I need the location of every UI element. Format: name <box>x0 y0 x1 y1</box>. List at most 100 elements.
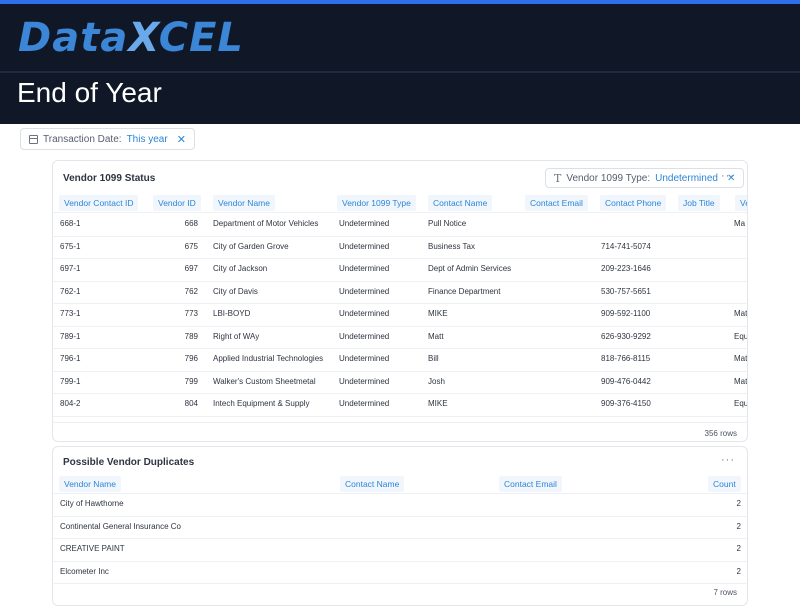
table-cell: Equ <box>734 331 748 341</box>
table-cell: 668 <box>184 219 198 228</box>
column-header[interactable]: Job Title <box>678 195 720 211</box>
row-divider <box>53 538 747 539</box>
table-cell: Undetermined <box>339 399 390 408</box>
filter-value: This year <box>126 133 168 145</box>
table-cell: Ma <box>734 219 746 228</box>
table-cell: 675-1 <box>60 241 81 251</box>
filter-label: Vendor 1099 Type: <box>566 172 651 184</box>
column-header[interactable]: Vendor Name <box>59 476 121 492</box>
datacel-logo: DataXCEL <box>18 15 244 61</box>
table-cell: 909-592-1100 <box>601 309 651 318</box>
table-cell: 2 <box>736 566 741 576</box>
table-cell: City of Davis <box>213 286 258 296</box>
table-cell: Department of Motor Vehicles <box>213 219 319 228</box>
table-cell: Undetermined <box>339 331 390 341</box>
table-cell: Undetermined <box>339 309 390 318</box>
table-cell: 697-1 <box>60 264 81 273</box>
table-cell: 909-476-0442 <box>601 376 651 386</box>
table-cell: Undetermined <box>339 219 390 228</box>
row-divider <box>53 560 747 562</box>
column-header[interactable]: Count <box>708 476 741 492</box>
table-cell: 799 <box>184 376 198 386</box>
table-cell: 773-1 <box>60 309 81 318</box>
row-divider <box>53 258 747 259</box>
row-divider <box>53 325 747 327</box>
table-cell: MIKE <box>428 399 448 408</box>
table-cell: 2 <box>736 499 741 508</box>
row-divider <box>53 348 747 349</box>
row-divider <box>53 393 747 394</box>
row-divider <box>53 515 747 517</box>
table-cell: 909-376-4150 <box>601 399 651 408</box>
table-cell: 2 <box>736 544 741 553</box>
table-cell: 626-930-9292 <box>601 331 651 341</box>
footer-divider <box>53 422 747 423</box>
table-cell: 762 <box>184 286 198 296</box>
vendor-1099-status-card: Vendor 1099 Status T Vendor 1099 Type: U… <box>52 160 748 442</box>
column-header[interactable]: Vendor 1099 Type <box>337 195 416 211</box>
table-cell: LBI-BOYD <box>213 309 251 318</box>
table-cell: 789-1 <box>60 331 81 341</box>
table-cell: 668-1 <box>60 219 81 228</box>
column-header[interactable]: Contact Phone <box>600 195 667 211</box>
column-header[interactable]: Contact Name <box>340 476 405 492</box>
column-header[interactable]: Vendor Contact ID <box>59 195 139 211</box>
row-divider <box>53 235 747 237</box>
table-cell: Dept of Admin Services <box>428 264 512 273</box>
table-cell: MIKE <box>428 309 448 318</box>
column-header[interactable]: Contact Email <box>525 195 588 211</box>
more-options-icon[interactable]: ··· <box>721 170 735 182</box>
column-header[interactable]: Contact Email <box>499 476 562 492</box>
row-divider <box>53 415 747 417</box>
table-cell: Equ <box>734 399 748 408</box>
table-cell: City of Jackson <box>213 264 268 273</box>
table-cell: 530-757-5651 <box>601 286 651 296</box>
table-cell: Elcometer Inc <box>60 566 109 576</box>
column-header[interactable]: Vendor Name <box>213 195 275 211</box>
card-title: Vendor 1099 Status <box>63 173 156 184</box>
header-divider <box>53 493 747 494</box>
table-cell: Undetermined <box>339 376 390 386</box>
column-header[interactable]: Vendor ID <box>153 195 201 211</box>
table-cell: Undetermined <box>339 354 390 363</box>
table-cell: Finance Department <box>428 286 501 296</box>
column-header[interactable]: Contact Name <box>428 195 493 211</box>
column-header[interactable]: Ve <box>735 195 747 211</box>
table-cell: 789 <box>184 331 198 341</box>
table-cell: 209-223-1646 <box>601 264 651 273</box>
table-cell: Undetermined <box>339 286 390 296</box>
table-cell: 799-1 <box>60 376 81 386</box>
table-cell: Mat <box>734 309 748 318</box>
table-cell: 804 <box>184 399 198 408</box>
table-cell: City of Garden Grove <box>213 241 289 251</box>
table-cell: 2 <box>736 521 741 531</box>
table-cell: 762-1 <box>60 286 81 296</box>
table-cell: 796-1 <box>60 354 81 363</box>
more-options-icon[interactable]: ··· <box>721 454 735 466</box>
table-cell: 818-766-8115 <box>601 354 651 363</box>
table-cell: 804-2 <box>60 399 81 408</box>
header-divider <box>53 212 747 213</box>
table-cell: Intech Equipment & Supply <box>213 399 310 408</box>
calendar-icon <box>29 134 38 144</box>
transaction-date-filter[interactable]: Transaction Date: This year ✕ <box>20 128 195 150</box>
close-icon[interactable]: ✕ <box>177 133 186 146</box>
table-cell: Josh <box>428 376 445 386</box>
table-cell: Bill <box>428 354 439 363</box>
table-cell: 675 <box>184 241 198 251</box>
vendor-1099-type-filter[interactable]: T Vendor 1099 Type: Undetermined ✕ <box>545 168 745 188</box>
table-cell: Continental General Insurance Co <box>60 521 181 531</box>
header-divider <box>0 71 800 73</box>
row-divider <box>53 303 747 304</box>
table-cell: 714-741-5074 <box>601 241 651 251</box>
table-cell: Applied Industrial Technologies <box>213 354 324 363</box>
page-header: DataXCEL End of Year <box>0 4 800 124</box>
filter-label: Transaction Date: <box>43 133 122 145</box>
table-cell: Pull Notice <box>428 219 467 228</box>
table-cell: Undetermined <box>339 264 390 273</box>
possible-vendor-duplicates-card: Possible Vendor Duplicates ··· 7 rows Ve… <box>52 446 748 606</box>
table-cell: Business Tax <box>428 241 475 251</box>
table-cell: Undetermined <box>339 241 390 251</box>
table-cell: Walker's Custom Sheetmetal <box>213 376 316 386</box>
filter-value: Undetermined <box>655 172 718 184</box>
